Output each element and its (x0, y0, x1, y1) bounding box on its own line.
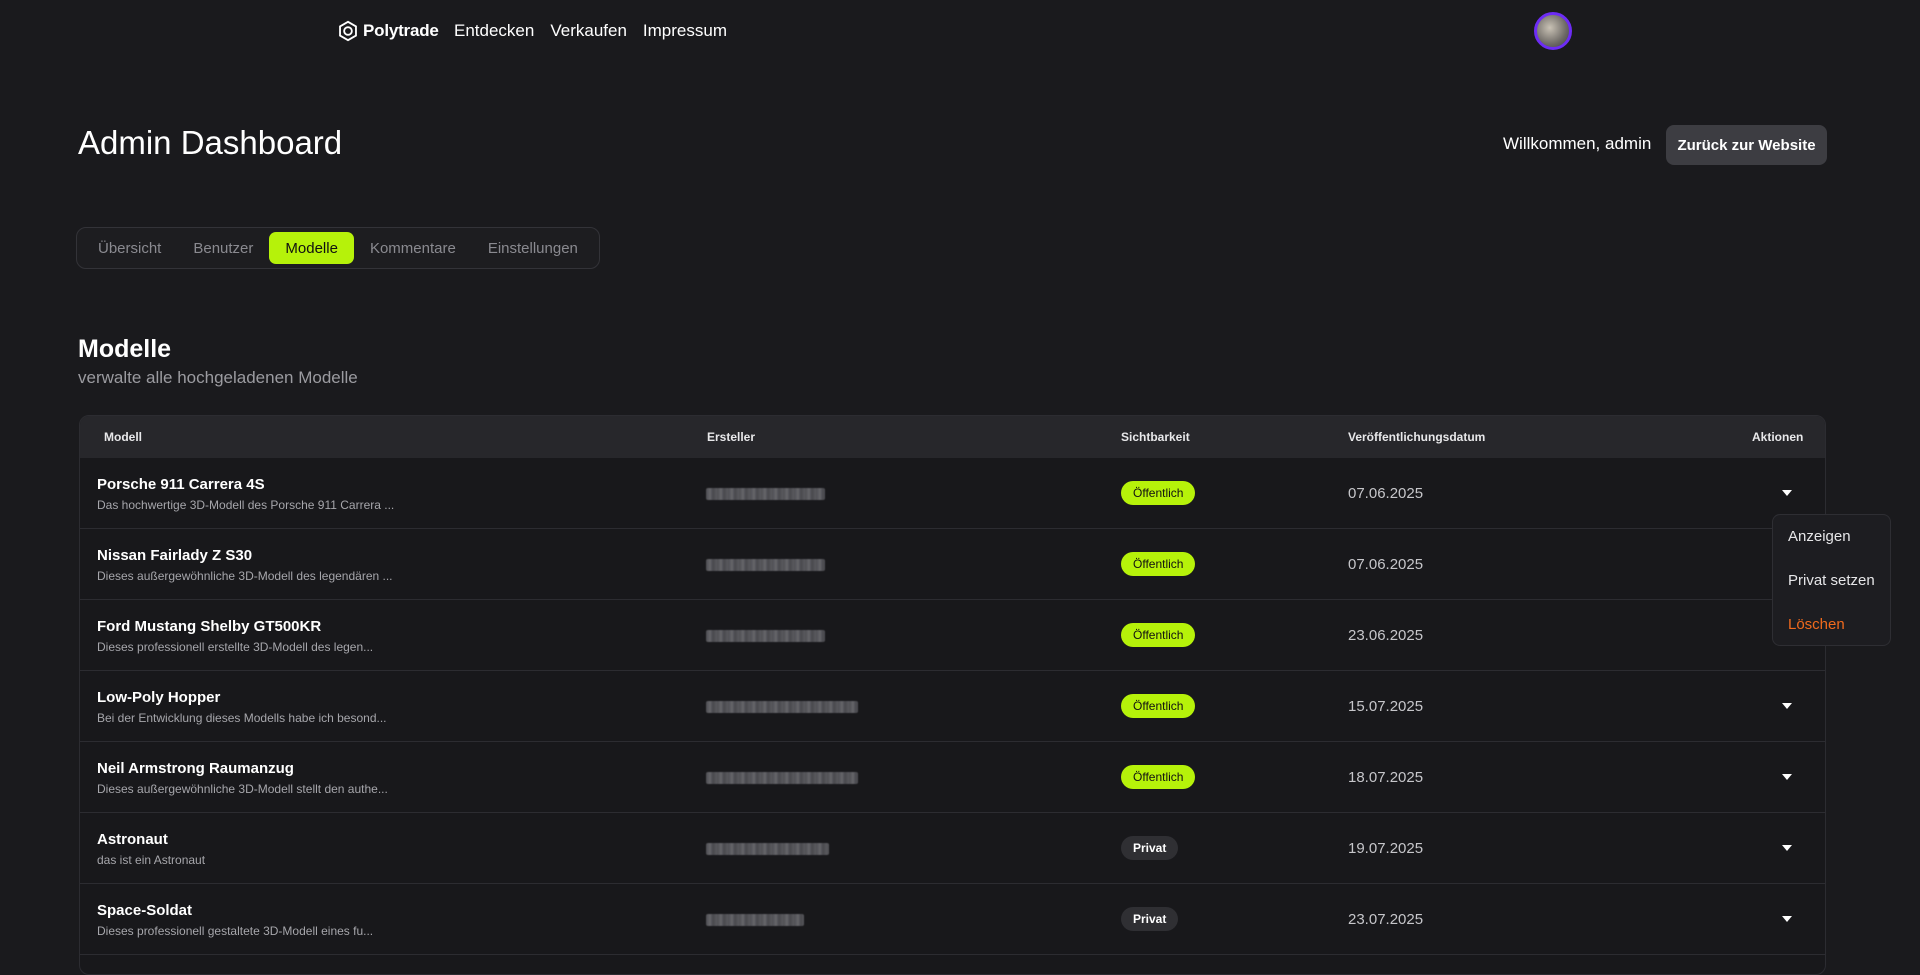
creator-email-redacted (706, 488, 825, 500)
section-subtitle: verwalte alle hochgeladenen Modelle (78, 368, 358, 387)
creator-email-redacted (706, 843, 829, 855)
model-name[interactable]: Porsche 911 Carrera 4S (97, 476, 265, 493)
publish-date: 07.06.2025 (1348, 556, 1424, 573)
table-row[interactable]: Low-Poly Hopper Bei der Entwicklung diese… (80, 671, 1825, 742)
table-row[interactable]: Porsche 911 Carrera 4S Das hochwertige 3D… (80, 458, 1825, 529)
section-title: Modelle (78, 335, 172, 363)
tab-modelle[interactable]: Modelle (269, 232, 354, 264)
creator-email-redacted (706, 914, 804, 926)
visibility-badge: Öffentlich (1121, 623, 1196, 647)
visibility-badge: Privat (1121, 836, 1179, 860)
creator-email-redacted (706, 701, 858, 713)
publish-date: 19.07.2025 (1348, 840, 1424, 857)
back-to-website-button[interactable]: Zurück zur Website (1666, 125, 1827, 165)
publish-date: 23.07.2025 (1348, 911, 1424, 928)
table-row[interactable]: Nissan Fairlady Z S30 Dieses außergewöhnl… (80, 529, 1825, 600)
model-description: Dieses professionell erstellte 3D-Modell… (97, 640, 374, 654)
nav-links: Entdecken Verkaufen Impressum (454, 21, 727, 41)
nav-link-entdecken[interactable]: Entdecken (454, 21, 534, 41)
visibility-badge: Öffentlich (1121, 481, 1196, 505)
column-header-modell: Modell (104, 430, 142, 444)
model-description: Bei der Entwicklung dieses Modells habe … (97, 711, 387, 725)
tab-einstellungen[interactable]: Einstellungen (472, 232, 594, 264)
model-description: Das hochwertige 3D-Modell des Porsche 91… (97, 498, 395, 512)
model-name[interactable]: Space-Soldat (97, 902, 192, 919)
action-privat-setzen[interactable]: Privat setzen (1773, 572, 1890, 616)
table-row[interactable]: Astronaut das ist ein Astronaut Privat 19.0… (80, 813, 1825, 884)
publish-date: 23.06.2025 (1348, 627, 1424, 644)
action-anzeigen[interactable]: Anzeigen (1773, 528, 1890, 572)
brand-logo-link[interactable]: Polytrade (337, 20, 439, 42)
publish-date: 18.07.2025 (1348, 769, 1424, 786)
page-title: Admin Dashboard (78, 124, 343, 161)
model-name[interactable]: Ford Mustang Shelby GT500KR (97, 618, 321, 635)
polytrade-logo-icon (339, 20, 357, 42)
chevron-down-icon[interactable] (1780, 841, 1794, 855)
visibility-badge: Öffentlich (1121, 552, 1196, 576)
tab-kommentare[interactable]: Kommentare (354, 232, 472, 264)
column-header-aktionen: Aktionen (1752, 430, 1804, 444)
model-name[interactable]: Astronaut (97, 831, 168, 848)
visibility-badge: Privat (1121, 907, 1179, 931)
model-description: Dieses außergewöhnliche 3D-Modell stellt… (97, 782, 388, 796)
top-navigation: Polytrade Entdecken Verkaufen Impressum (0, 0, 1920, 63)
nav-link-impressum[interactable]: Impressum (643, 21, 727, 41)
welcome-text: Willkommen, admin (1503, 134, 1652, 153)
brand-name: Polytrade (363, 21, 439, 40)
action-loeschen[interactable]: Löschen (1773, 616, 1890, 660)
tab-benutzer[interactable]: Benutzer (177, 232, 269, 264)
publish-date: 07.06.2025 (1348, 485, 1424, 502)
visibility-badge: Öffentlich (1121, 765, 1196, 789)
model-name[interactable]: Nissan Fairlady Z S30 (97, 547, 252, 564)
model-name[interactable]: Neil Armstrong Raumanzug (97, 760, 294, 777)
chevron-down-icon[interactable] (1780, 770, 1794, 784)
nav-link-verkaufen[interactable]: Verkaufen (550, 21, 627, 41)
visibility-badge: Öffentlich (1121, 694, 1196, 718)
row-actions-dropdown: Anzeigen Privat setzen Löschen (1772, 514, 1891, 646)
model-description: das ist ein Astronaut (97, 853, 206, 867)
chevron-down-icon[interactable] (1780, 699, 1794, 713)
column-header-datum: Veröffentlichungsdatum (1348, 430, 1486, 444)
user-avatar[interactable] (1534, 12, 1572, 50)
admin-tabs: Übersicht Benutzer Modelle Kommentare Ei… (76, 227, 600, 269)
creator-email-redacted (706, 630, 825, 642)
model-name[interactable]: Low-Poly Hopper (97, 689, 220, 706)
table-body: Porsche 911 Carrera 4S Das hochwertige 3D… (80, 458, 1825, 955)
table-row[interactable]: Neil Armstrong Raumanzug Dieses außergewö… (80, 742, 1825, 813)
creator-email-redacted (706, 559, 825, 571)
tab-uebersicht[interactable]: Übersicht (82, 232, 177, 264)
column-header-ersteller: Ersteller (707, 430, 756, 444)
publish-date: 15.07.2025 (1348, 698, 1424, 715)
table-header: Modell Ersteller Sichtbarkeit Veröffentl… (80, 416, 1825, 458)
creator-email-redacted (706, 772, 858, 784)
chevron-down-icon[interactable] (1780, 486, 1794, 500)
column-header-sichtbarkeit: Sichtbarkeit (1121, 430, 1190, 444)
model-description: Dieses außergewöhnliche 3D-Modell des le… (97, 569, 393, 583)
table-row[interactable]: Space-Soldat Dieses professionell gestalt… (80, 884, 1825, 955)
table-row[interactable]: Ford Mustang Shelby GT500KR Dieses profes… (80, 600, 1825, 671)
models-table: Modell Ersteller Sichtbarkeit Veröffentl… (79, 415, 1826, 975)
chevron-down-icon[interactable] (1780, 912, 1794, 926)
model-description: Dieses professionell gestaltete 3D-Model… (97, 924, 374, 938)
